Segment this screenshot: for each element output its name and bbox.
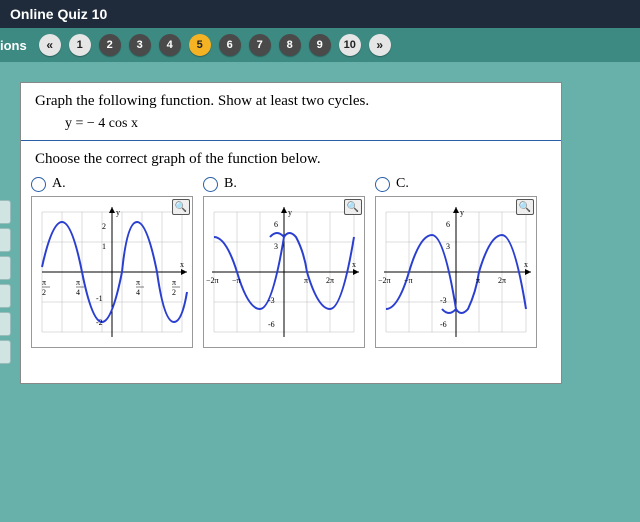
svg-text:2: 2 [172,288,176,297]
question-equation: y = − 4 cos x [35,110,547,132]
svg-text:x: x [524,260,528,269]
graph-a-ylabel: y [116,208,120,217]
zoom-icon[interactable]: 🔍 [172,199,190,215]
window-title: Online Quiz 10 [0,0,640,28]
svg-text:-3: -3 [440,296,447,305]
zoom-icon[interactable]: 🔍 [344,199,362,215]
option-c: C. 🔍 [375,176,537,348]
radio-c[interactable] [375,177,390,192]
option-a-label: A. [52,176,66,192]
svg-text:-3: -3 [268,296,275,305]
graph-a-xlabel: x [180,260,184,269]
svg-text:−2π: −2π [378,276,391,285]
nav-next-button[interactable]: » [369,34,391,56]
svg-text:3: 3 [446,242,450,251]
svg-text:π: π [476,276,480,285]
graph-b[interactable]: 🔍 [203,196,365,348]
nav-q3[interactable]: 3 [129,34,151,56]
svg-text:4: 4 [136,288,140,297]
choose-text: Choose the correct graph of the function… [21,141,561,176]
option-b-label: B. [224,176,237,192]
nav-q1[interactable]: 1 [69,34,91,56]
nav-q6[interactable]: 6 [219,34,241,56]
graph-a[interactable]: 🔍 [31,196,193,348]
svg-text:2π: 2π [326,276,334,285]
svg-text:−π: −π [404,276,413,285]
options-row: A. 🔍 [21,176,561,362]
side-tab-1[interactable] [0,200,11,224]
svg-text:-1: -1 [96,294,103,303]
option-a: A. 🔍 [31,176,193,348]
svg-text:y: y [460,208,464,217]
nav-q8[interactable]: 8 [279,34,301,56]
svg-text:π: π [304,276,308,285]
nav-section-label: ions [0,38,27,53]
side-tab-3[interactable] [0,256,11,280]
side-tab-4[interactable] [0,284,11,308]
question-prompt: Graph the following function. Show at le… [35,93,547,110]
svg-text:−2π: −2π [206,276,219,285]
nav-q7[interactable]: 7 [249,34,271,56]
side-tab-2[interactable] [0,228,11,252]
svg-text:-6: -6 [440,320,447,329]
svg-text:2π: 2π [498,276,506,285]
svg-text:6: 6 [446,220,450,229]
svg-text:2: 2 [42,288,46,297]
radio-a[interactable] [31,177,46,192]
nav-q5[interactable]: 5 [189,34,211,56]
graph-c[interactable]: 🔍 [375,196,537,348]
question-header: Graph the following function. Show at le… [21,83,561,141]
svg-text:π: π [42,278,46,287]
svg-text:-6: -6 [268,320,275,329]
question-nav: ions « 1 2 3 4 5 6 7 8 9 10 » [0,28,640,62]
svg-text:4: 4 [76,288,80,297]
nav-q9[interactable]: 9 [309,34,331,56]
nav-q4[interactable]: 4 [159,34,181,56]
svg-text:π: π [76,278,80,287]
svg-text:π: π [172,278,176,287]
svg-text:π: π [136,278,140,287]
nav-q2[interactable]: 2 [99,34,121,56]
svg-text:1: 1 [102,242,106,251]
svg-text:-2: -2 [96,318,103,327]
side-tabs [0,200,11,368]
svg-text:3: 3 [274,242,278,251]
nav-q10[interactable]: 10 [339,34,361,56]
content-area: Graph the following function. Show at le… [0,62,640,522]
side-tab-6[interactable] [0,340,11,364]
svg-text:6: 6 [274,220,278,229]
nav-prev-button[interactable]: « [39,34,61,56]
option-c-label: C. [396,176,409,192]
svg-text:x: x [352,260,356,269]
question-panel: Graph the following function. Show at le… [20,82,562,384]
zoom-icon[interactable]: 🔍 [516,199,534,215]
radio-b[interactable] [203,177,218,192]
option-b: B. 🔍 [203,176,365,348]
svg-text:−π: −π [232,276,241,285]
side-tab-5[interactable] [0,312,11,336]
svg-text:2: 2 [102,222,106,231]
svg-text:y: y [288,208,292,217]
